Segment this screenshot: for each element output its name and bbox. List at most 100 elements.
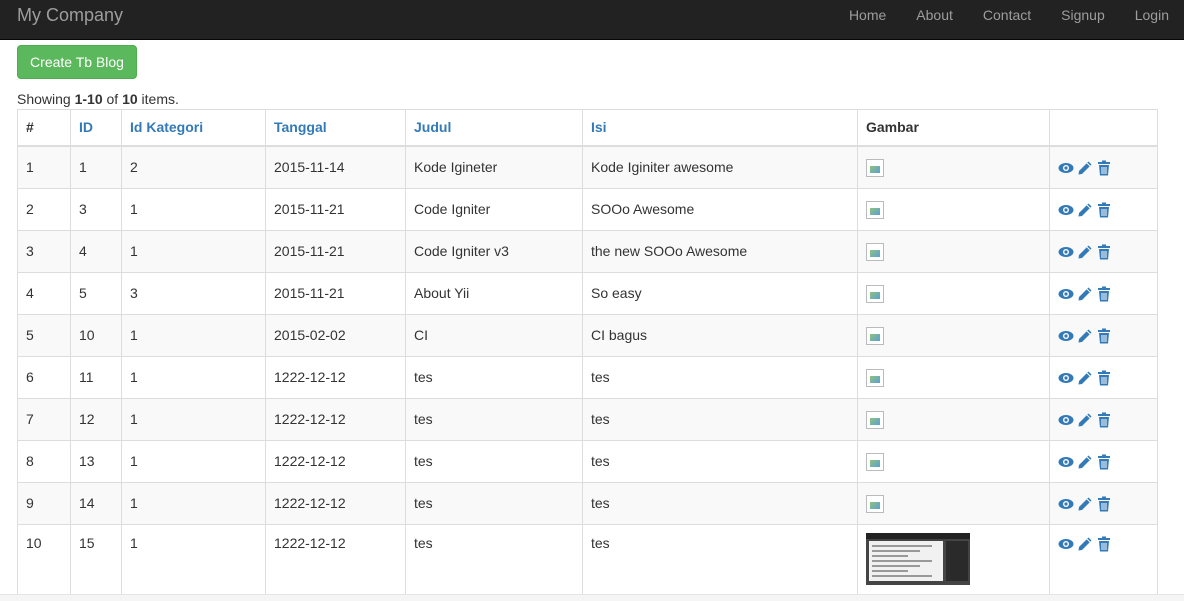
cell-gambar <box>857 439 1050 483</box>
cell-serial: 3 <box>17 229 71 273</box>
cell-actions <box>1049 481 1158 525</box>
view-icon[interactable] <box>1058 412 1074 428</box>
delete-icon[interactable] <box>1096 370 1112 386</box>
cell-tanggal: 1222-12-12 <box>265 481 406 525</box>
table-row: 5 10 1 2015-02-02 CI CI bagus <box>17 313 1158 357</box>
delete-icon[interactable] <box>1096 454 1112 470</box>
cell-judul: tes <box>405 523 583 600</box>
cell-serial: 6 <box>17 355 71 399</box>
table-row: 2 3 1 2015-11-21 Code Igniter SOOo Awesome <box>17 187 1158 231</box>
cell-serial: 2 <box>17 187 71 231</box>
cell-gambar <box>857 355 1050 399</box>
update-icon[interactable] <box>1077 412 1093 428</box>
cell-gambar <box>857 229 1050 273</box>
cell-isi: Kode Iginiter awesome <box>582 145 858 189</box>
cell-tanggal: 2015-11-21 <box>265 271 406 315</box>
cell-id: 11 <box>70 355 122 399</box>
header-judul[interactable]: Judul <box>405 109 583 147</box>
header-gambar: Gambar <box>857 109 1050 147</box>
cell-id: 10 <box>70 313 122 357</box>
nav-signup[interactable]: Signup <box>1046 0 1120 30</box>
view-icon[interactable] <box>1058 244 1074 260</box>
view-icon[interactable] <box>1058 536 1074 552</box>
update-icon[interactable] <box>1077 370 1093 386</box>
cell-actions <box>1049 229 1158 273</box>
header-id[interactable]: ID <box>70 109 122 147</box>
cell-judul: About Yii <box>405 271 583 315</box>
view-icon[interactable] <box>1058 370 1074 386</box>
delete-icon[interactable] <box>1096 328 1112 344</box>
table-row: 8 13 1 1222-12-12 tes tes <box>17 439 1158 483</box>
cell-serial: 9 <box>17 481 71 525</box>
nav-home[interactable]: Home <box>834 0 901 30</box>
broken-image-icon <box>866 243 884 262</box>
delete-icon[interactable] <box>1096 202 1112 218</box>
header-tanggal[interactable]: Tanggal <box>265 109 406 147</box>
cell-judul: Code Igniter <box>405 187 583 231</box>
delete-icon[interactable] <box>1096 412 1112 428</box>
cell-judul: tes <box>405 481 583 525</box>
cell-actions <box>1049 187 1158 231</box>
view-icon[interactable] <box>1058 328 1074 344</box>
view-icon[interactable] <box>1058 160 1074 176</box>
update-icon[interactable] <box>1077 536 1093 552</box>
cell-isi: tes <box>582 355 858 399</box>
header-id-kategori[interactable]: Id Kategori <box>121 109 266 147</box>
cell-judul: tes <box>405 439 583 483</box>
cell-id: 13 <box>70 439 122 483</box>
create-tb-blog-button[interactable]: Create Tb Blog <box>17 45 137 79</box>
cell-actions <box>1049 355 1158 399</box>
summary-range: 1-10 <box>74 91 103 107</box>
broken-image-icon <box>866 201 884 220</box>
cell-tanggal: 2015-11-21 <box>265 187 406 231</box>
update-icon[interactable] <box>1077 496 1093 512</box>
update-icon[interactable] <box>1077 286 1093 302</box>
view-icon[interactable] <box>1058 496 1074 512</box>
nav-about[interactable]: About <box>901 0 968 30</box>
broken-image-icon <box>866 285 884 304</box>
view-icon[interactable] <box>1058 454 1074 470</box>
cell-isi: tes <box>582 481 858 525</box>
cell-serial: 8 <box>17 439 71 483</box>
table-row: 6 11 1 1222-12-12 tes tes <box>17 355 1158 399</box>
broken-image-icon <box>866 327 884 346</box>
delete-icon[interactable] <box>1096 160 1112 176</box>
cell-actions <box>1049 397 1158 441</box>
cell-serial: 4 <box>17 271 71 315</box>
cell-id-kategori: 1 <box>121 523 266 600</box>
cell-serial: 10 <box>17 523 71 600</box>
cell-id: 4 <box>70 229 122 273</box>
nav-contact[interactable]: Contact <box>968 0 1046 30</box>
cell-tanggal: 1222-12-12 <box>265 355 406 399</box>
cell-isi: tes <box>582 523 858 600</box>
update-icon[interactable] <box>1077 244 1093 260</box>
delete-icon[interactable] <box>1096 244 1112 260</box>
view-icon[interactable] <box>1058 286 1074 302</box>
cell-judul: tes <box>405 355 583 399</box>
cell-actions <box>1049 271 1158 315</box>
table-row: 10 15 1 1222-12-12 tes tes <box>17 523 1158 600</box>
update-icon[interactable] <box>1077 160 1093 176</box>
cell-actions <box>1049 313 1158 357</box>
table-row: 1 1 2 2015-11-14 Kode Igineter Kode Iginiter … <box>17 145 1158 189</box>
update-icon[interactable] <box>1077 328 1093 344</box>
cell-id: 5 <box>70 271 122 315</box>
nav-login[interactable]: Login <box>1120 0 1184 30</box>
delete-icon[interactable] <box>1096 496 1112 512</box>
cell-id-kategori: 1 <box>121 187 266 231</box>
update-icon[interactable] <box>1077 202 1093 218</box>
table-row: 4 5 3 2015-11-21 About Yii So easy <box>17 271 1158 315</box>
brand-link[interactable]: My Company <box>17 5 123 25</box>
broken-image-icon <box>866 411 884 430</box>
cell-actions <box>1049 145 1158 189</box>
cell-isi: tes <box>582 397 858 441</box>
delete-icon[interactable] <box>1096 536 1112 552</box>
broken-image-icon <box>866 369 884 388</box>
header-actions <box>1049 109 1158 147</box>
view-icon[interactable] <box>1058 202 1074 218</box>
cell-actions <box>1049 439 1158 483</box>
update-icon[interactable] <box>1077 454 1093 470</box>
header-isi[interactable]: Isi <box>582 109 858 147</box>
delete-icon[interactable] <box>1096 286 1112 302</box>
cell-tanggal: 1222-12-12 <box>265 523 406 600</box>
